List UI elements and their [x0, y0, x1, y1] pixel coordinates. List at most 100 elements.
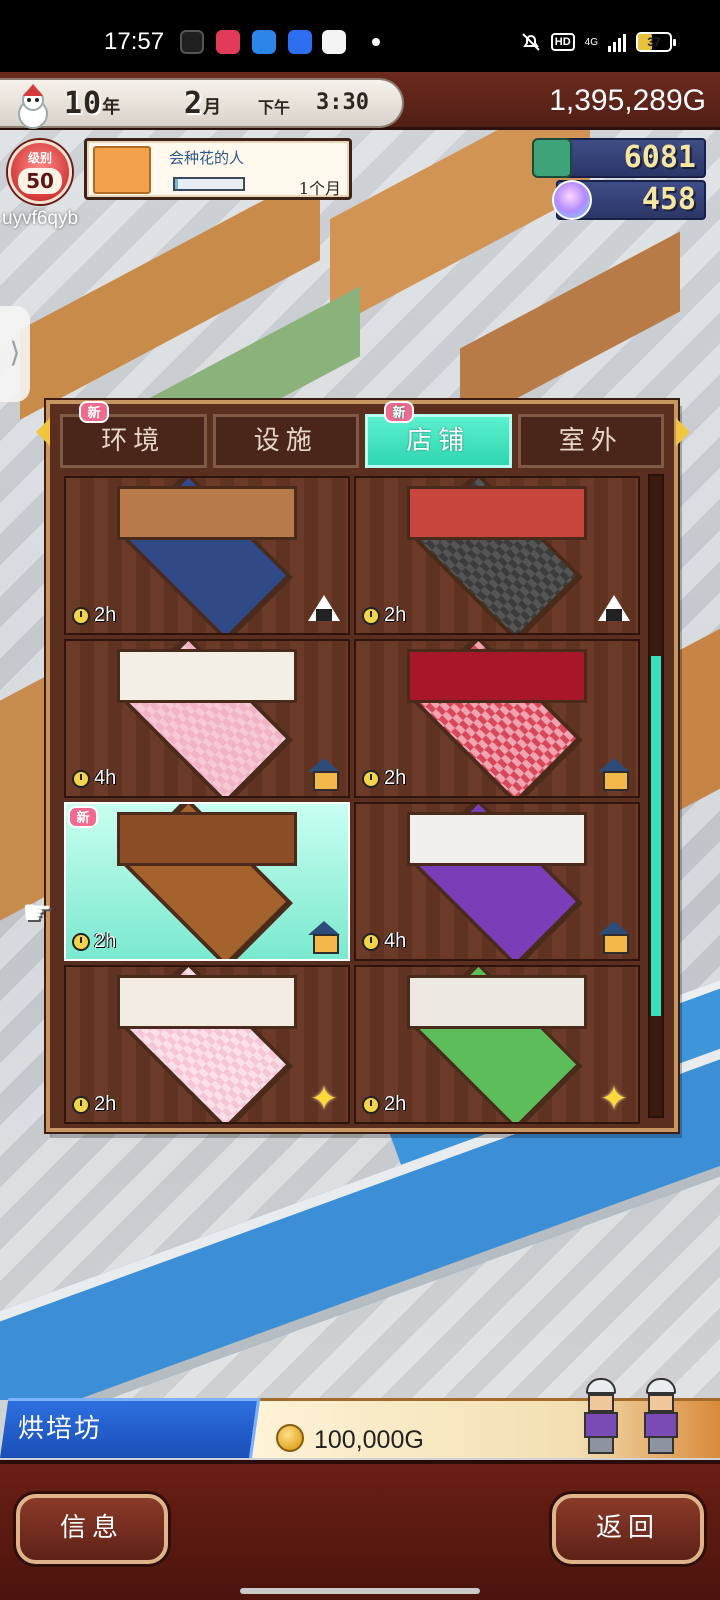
task-notice-card[interactable]: 会种花的人 1个月: [84, 138, 352, 200]
tab-label: 环境: [101, 426, 166, 456]
clock-display: 3:30: [316, 90, 369, 115]
mute-bell-icon: [521, 31, 541, 53]
side-drawer-handle[interactable]: ⟩: [0, 306, 30, 402]
selected-item-name: 烘培坊: [18, 1414, 103, 1444]
browser-app-icon: [252, 30, 276, 54]
shop-panel: 新 环境 设施 新 店铺 室外 2h 2h 4h 2h 新 2h 4h 2h ✦…: [36, 400, 690, 1132]
notice-progress-bar: [173, 177, 245, 191]
month-unit: 月: [203, 97, 222, 118]
sparkle-icon: ✦: [599, 1079, 629, 1119]
new-badge: 新: [79, 401, 109, 423]
prev-tab-arrow-icon[interactable]: [36, 418, 50, 446]
onigiri-icon: [598, 595, 630, 625]
coin-icon: [276, 1424, 304, 1452]
map-app-icon: [322, 30, 346, 54]
construction-worker-icon: [638, 1378, 682, 1456]
build-time: 2h: [72, 930, 116, 953]
ticket-counter[interactable]: 6081: [556, 138, 706, 178]
build-time: 4h: [362, 930, 406, 953]
snowman-icon: [18, 84, 48, 129]
ticket-count: 6081: [623, 140, 696, 175]
shop-item-linen-shop[interactable]: 4h: [64, 639, 350, 798]
build-time-label: 2h: [94, 930, 117, 952]
back-button[interactable]: 返回: [552, 1494, 704, 1564]
notice-progress-fill: [175, 179, 179, 189]
build-time: 2h: [72, 604, 116, 627]
build-time: 4h: [72, 767, 116, 790]
build-time-label: 2h: [94, 1093, 117, 1115]
rank-label: 级别: [27, 151, 52, 165]
pointing-hand-icon: ☛: [22, 893, 53, 933]
game-hud-top: 10年 2月 下午 3:30 1,395,289G: [0, 72, 720, 130]
clock-icon: [362, 606, 380, 625]
shop-item-grid: 2h 2h 4h 2h 新 2h 4h 2h ✦ 2h ✦: [62, 474, 642, 1126]
next-tab-arrow-icon[interactable]: [676, 418, 690, 446]
clock-icon: [362, 1095, 380, 1114]
rank-badge[interactable]: 级别 50: [8, 140, 72, 204]
onigiri-icon: [308, 595, 340, 625]
clock-icon: [362, 769, 380, 788]
house-icon: [598, 758, 630, 791]
clock-icon: [72, 769, 90, 788]
build-time-label: 2h: [384, 767, 407, 789]
build-time: 2h: [362, 604, 406, 627]
build-time-label: 2h: [384, 604, 407, 626]
shop-item-restaurant[interactable]: 2h: [354, 476, 640, 635]
status-indicators: HD 4G 37: [521, 30, 676, 54]
notice-title: 会种花的人: [169, 149, 245, 167]
new-badge: 新: [384, 401, 414, 423]
tab-label: 店铺: [406, 426, 471, 456]
hd-icon: HD: [550, 33, 575, 51]
link-app-icon: [288, 30, 312, 54]
tab-label: 室外: [558, 426, 623, 456]
tab-label: 设施: [253, 426, 318, 456]
battery-icon: 37: [636, 32, 676, 52]
sparkle-icon: ✦: [309, 1079, 339, 1119]
tab-outdoor[interactable]: 室外: [517, 414, 664, 468]
house-icon: [308, 921, 340, 954]
shop-item-fortune-teller[interactable]: 2h: [354, 639, 640, 798]
room-wall: [116, 975, 298, 1029]
info-button[interactable]: 信息: [16, 1494, 168, 1564]
shop-item-bakery[interactable]: 新 2h: [64, 802, 350, 961]
year-number: 10: [64, 86, 103, 121]
worker-avatar-icon: [93, 146, 151, 194]
shop-item-plant-display-room[interactable]: 2h ✦: [354, 965, 640, 1124]
scrollbar-thumb[interactable]: [651, 656, 661, 1016]
month-display: 2月: [184, 86, 221, 121]
town-building: [460, 231, 680, 429]
notice-duration: 1个月: [298, 179, 341, 198]
video-app-icon: [216, 30, 240, 54]
clock-icon: [72, 932, 90, 951]
home-indicator[interactable]: [240, 1588, 480, 1594]
room-wall: [406, 812, 588, 866]
category-tabs: 新 环境 设施 新 店铺 室外: [60, 401, 664, 470]
room-wall: [406, 486, 588, 540]
room-wall: [406, 975, 588, 1029]
room-wall: [116, 812, 298, 866]
more-notifications-icon: [372, 38, 380, 46]
date-plate: 10年 2月 下午 3:30: [0, 78, 404, 129]
period-label: 下午: [258, 98, 291, 117]
network-type-label: 4G: [584, 36, 598, 48]
network-type: 4G: [585, 31, 598, 53]
build-time-label: 4h: [94, 767, 117, 789]
grid-scrollbar[interactable]: [648, 474, 664, 1118]
shop-item-flower-bedroom-shop[interactable]: 2h ✦: [64, 965, 350, 1124]
room-wall: [116, 486, 298, 540]
build-time-label: 4h: [384, 930, 407, 952]
year-unit: 年: [102, 97, 121, 118]
build-time-label: 2h: [94, 604, 117, 626]
money-display: 1,395,289G: [549, 84, 706, 117]
rank-value: 50: [18, 168, 62, 194]
tab-facilities[interactable]: 设施: [212, 414, 359, 468]
shop-item-clothing-store[interactable]: 4h: [354, 802, 640, 961]
tab-environment[interactable]: 新 环境: [60, 401, 207, 468]
shop-item-cafe[interactable]: 2h: [64, 476, 350, 635]
status-time: 17:57: [104, 28, 165, 55]
build-time-label: 2h: [384, 1093, 407, 1115]
room-wall: [116, 649, 298, 703]
tab-shops[interactable]: 新 店铺: [365, 401, 512, 468]
build-time: 2h: [362, 1093, 406, 1116]
battery-level: 37: [647, 35, 661, 49]
